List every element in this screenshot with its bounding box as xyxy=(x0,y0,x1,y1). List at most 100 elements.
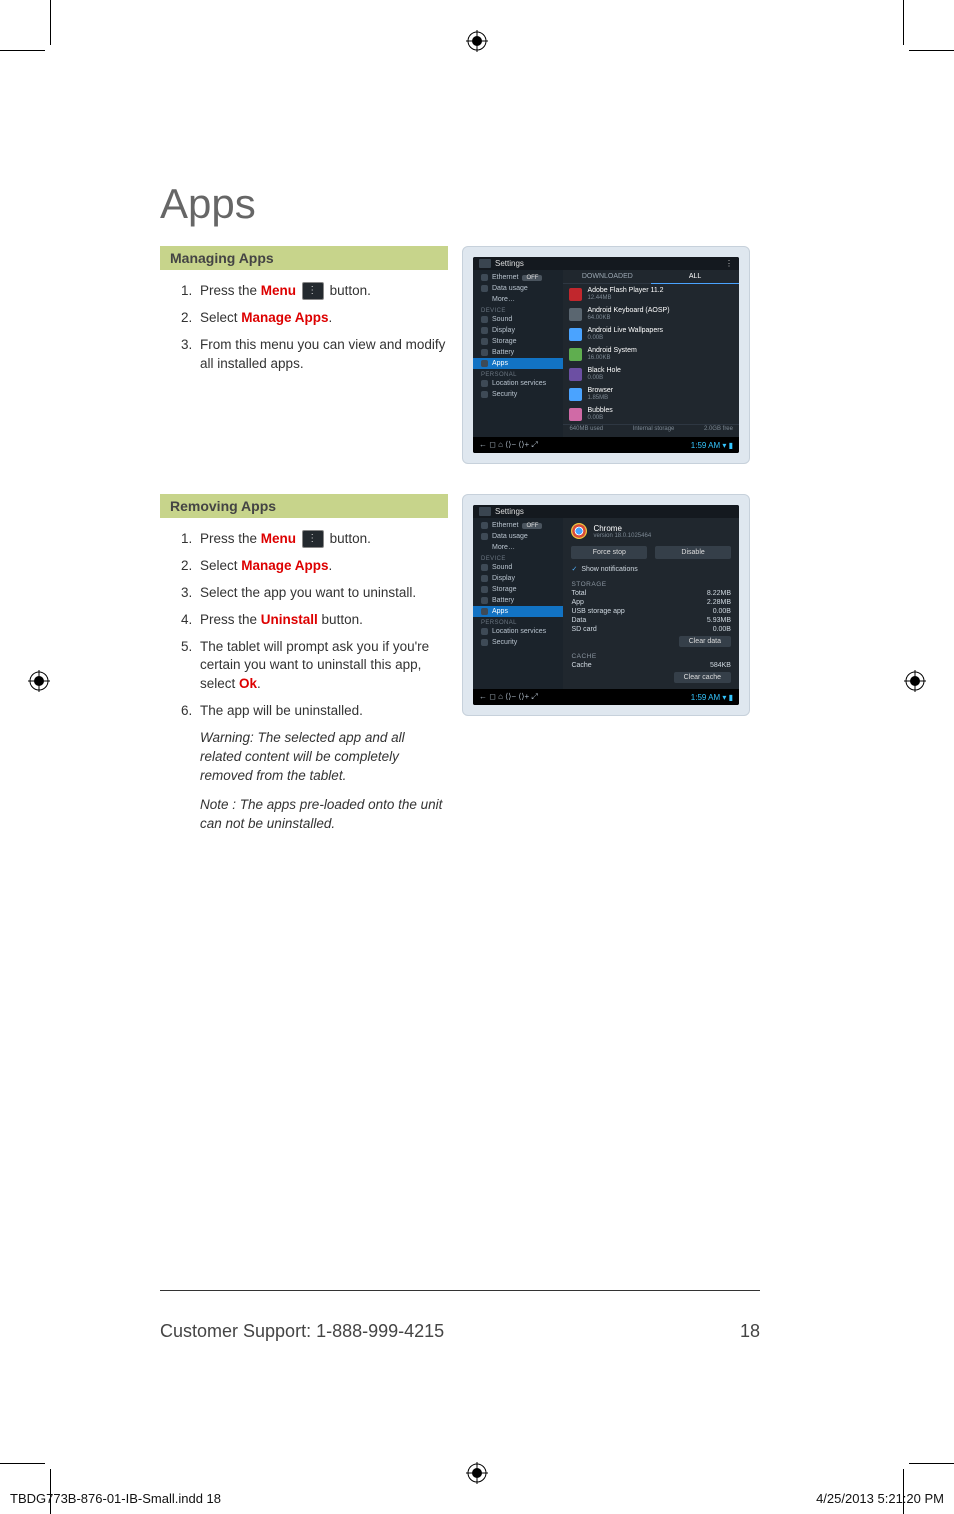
clock: 1:59 AM ▾ ▮ xyxy=(691,441,733,450)
sidebar-item-ethernet[interactable]: EthernetOFF xyxy=(473,272,563,283)
registration-mark-icon xyxy=(466,1462,488,1484)
customer-support: Customer Support: 1-888-999-4215 xyxy=(160,1321,444,1342)
apps-list-panel: DOWNLOADED ALL Adobe Flash Player 11.212… xyxy=(563,270,739,437)
menu-dots-icon: ⋮ xyxy=(302,530,324,548)
cache-label: CACHE xyxy=(563,649,739,661)
app-icon xyxy=(569,388,582,401)
sidebar-cat-personal: PERSONAL xyxy=(473,617,563,626)
tab-all[interactable]: ALL xyxy=(651,270,739,284)
app-row[interactable]: Android Keyboard (AOSP)64.00KB xyxy=(563,304,739,324)
sidebar-item-location[interactable]: Location services xyxy=(473,626,563,637)
section-banner-removing: Removing Apps xyxy=(160,494,448,518)
nav-icons[interactable]: ← ◻ ⌂ ⟨⟩− ⟨⟩+ ⤢ xyxy=(479,440,538,450)
settings-sidebar: EthernetOFF Data usage More… DEVICE Soun… xyxy=(473,518,563,689)
settings-title: Settings xyxy=(473,505,739,518)
storage-row: Total8.22MB xyxy=(563,589,739,598)
sidebar-item-apps[interactable]: Apps xyxy=(473,606,563,617)
storage-row: SD card0.00B xyxy=(563,625,739,634)
disable-button[interactable]: Disable xyxy=(655,546,731,559)
sidebar-item-more[interactable]: More… xyxy=(473,542,563,553)
tab-downloaded[interactable]: DOWNLOADED xyxy=(563,270,651,284)
sidebar-item-data[interactable]: Data usage xyxy=(473,283,563,294)
screenshot-managing: Settings⋮ EthernetOFF Data usage More… D… xyxy=(462,246,750,464)
app-name: Chrome xyxy=(593,524,651,533)
chrome-icon xyxy=(571,523,587,539)
app-size: 0.00B xyxy=(587,415,612,421)
app-icon xyxy=(569,288,582,301)
sidebar-item-security[interactable]: Security xyxy=(473,389,563,400)
app-name: Android Keyboard (AOSP) xyxy=(587,307,669,314)
menu-dots-icon: ⋮ xyxy=(302,282,324,300)
registration-mark-icon xyxy=(466,30,488,52)
cache-row: Cache584KB xyxy=(563,661,739,670)
step: Press the Menu ⋮ button. xyxy=(196,530,448,549)
app-name: Android Live Wallpapers xyxy=(587,327,663,334)
settings-title: Settings⋮ xyxy=(473,257,739,270)
sidebar-item-ethernet[interactable]: EthernetOFF xyxy=(473,520,563,531)
warning-text: Warning: The selected app and all relate… xyxy=(200,729,448,786)
storage-row: Data5.93MB xyxy=(563,616,739,625)
storage-bar: 640MB used Internal storage 2.0GB free xyxy=(563,424,739,433)
show-notifications-checkbox[interactable]: Show notifications xyxy=(563,561,739,577)
sidebar-cat-device: DEVICE xyxy=(473,305,563,314)
sidebar-item-display[interactable]: Display xyxy=(473,325,563,336)
note-text: Note : The apps pre-loaded onto the unit… xyxy=(200,796,448,834)
app-row[interactable]: Browser1.85MB xyxy=(563,384,739,404)
sidebar-item-apps[interactable]: Apps xyxy=(473,358,563,369)
registration-mark-icon xyxy=(28,670,50,692)
sidebar-item-security[interactable]: Security xyxy=(473,637,563,648)
nav-bar: ← ◻ ⌂ ⟨⟩− ⟨⟩+ ⤢ 1:59 AM ▾ ▮ xyxy=(473,689,739,705)
app-name: Bubbles xyxy=(587,407,612,414)
sidebar-item-battery[interactable]: Battery xyxy=(473,347,563,358)
app-name: Adobe Flash Player 11.2 xyxy=(587,287,663,294)
app-row[interactable]: Black Hole0.00B xyxy=(563,364,739,384)
clock: 1:59 AM ▾ ▮ xyxy=(691,693,733,702)
app-row[interactable]: Bubbles0.00B xyxy=(563,404,739,424)
sidebar-item-data[interactable]: Data usage xyxy=(473,531,563,542)
menu-keyword: Menu xyxy=(261,531,296,546)
step: Select Manage Apps. xyxy=(196,309,448,328)
manage-apps-keyword: Manage Apps xyxy=(241,310,328,325)
ethernet-toggle[interactable]: OFF xyxy=(522,275,542,281)
app-row[interactable]: Adobe Flash Player 11.212.44MB xyxy=(563,284,739,304)
app-row[interactable]: Android Live Wallpapers0.00B xyxy=(563,324,739,344)
registration-mark-icon xyxy=(904,670,926,692)
section-banner-managing: Managing Apps xyxy=(160,246,448,270)
removing-steps: Press the Menu ⋮ button. Select Manage A… xyxy=(160,530,448,721)
step: Select the app you want to uninstall. xyxy=(196,584,448,603)
nav-bar: ← ◻ ⌂ ⟨⟩− ⟨⟩+ ⤢ 1:59 AM ▾ ▮ xyxy=(473,437,739,453)
app-size: 1.85MB xyxy=(587,395,613,401)
nav-icons[interactable]: ← ◻ ⌂ ⟨⟩− ⟨⟩+ ⤢ xyxy=(479,692,538,702)
app-size: 0.00B xyxy=(587,375,620,381)
sidebar-item-battery[interactable]: Battery xyxy=(473,595,563,606)
ok-keyword: Ok xyxy=(239,676,257,691)
app-icon xyxy=(569,348,582,361)
sidebar-item-location[interactable]: Location services xyxy=(473,378,563,389)
app-icon xyxy=(569,308,582,321)
app-size: 64.00KB xyxy=(587,315,669,321)
step: From this menu you can view and modify a… xyxy=(196,336,448,374)
step: Press the Menu ⋮ button. xyxy=(196,282,448,301)
sidebar-item-sound[interactable]: Sound xyxy=(473,314,563,325)
sidebar-item-sound[interactable]: Sound xyxy=(473,562,563,573)
sidebar-item-display[interactable]: Display xyxy=(473,573,563,584)
step: The app will be uninstalled. xyxy=(196,702,448,721)
step: Select Manage Apps. xyxy=(196,557,448,576)
screenshot-removing: Settings EthernetOFF Data usage More… DE… xyxy=(462,494,750,716)
app-size: 12.44MB xyxy=(587,295,663,301)
app-name: Android System xyxy=(587,347,636,354)
sidebar-item-storage[interactable]: Storage xyxy=(473,336,563,347)
force-stop-button[interactable]: Force stop xyxy=(571,546,647,559)
ethernet-toggle[interactable]: OFF xyxy=(522,523,542,529)
storage-row: USB storage app0.00B xyxy=(563,607,739,616)
sidebar-item-more[interactable]: More… xyxy=(473,294,563,305)
app-row[interactable]: Android System16.00KB xyxy=(563,344,739,364)
clear-data-button[interactable]: Clear data xyxy=(679,636,731,647)
sidebar-item-storage[interactable]: Storage xyxy=(473,584,563,595)
managing-steps: Press the Menu ⋮ button. Select Manage A… xyxy=(160,282,448,374)
manage-apps-keyword: Manage Apps xyxy=(241,558,328,573)
storage-row: App2.28MB xyxy=(563,598,739,607)
uninstall-keyword: Uninstall xyxy=(261,612,318,627)
clear-cache-button[interactable]: Clear cache xyxy=(674,672,731,683)
app-info-panel: Chrome version 18.0.1025464 Force stop D… xyxy=(563,518,739,689)
